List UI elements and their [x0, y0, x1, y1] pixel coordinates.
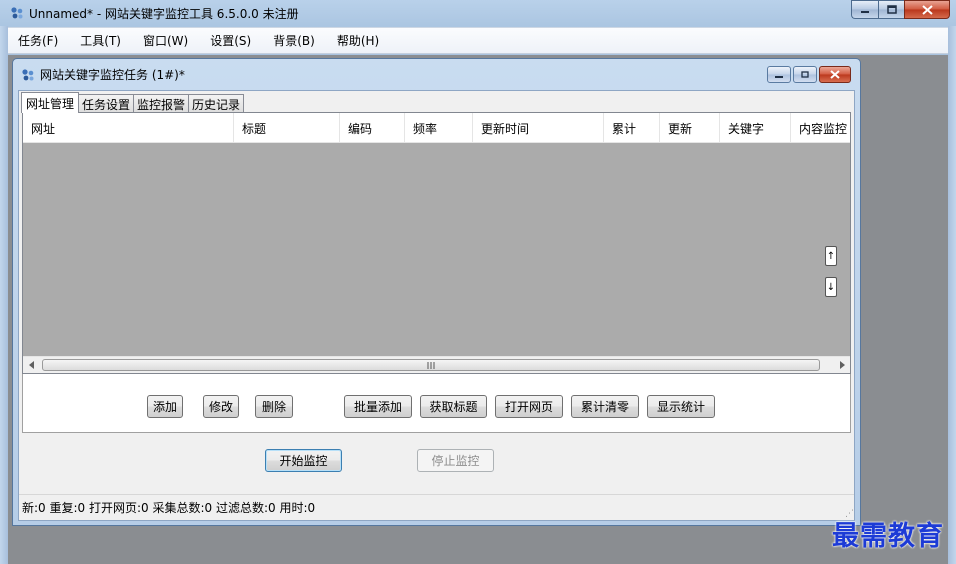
scrollbar-thumb[interactable] — [42, 359, 820, 371]
task-window-title-bar[interactable]: 网站关键字监控任务 (1#)* — [13, 59, 860, 90]
task-minimize-button[interactable] — [767, 66, 791, 83]
move-up-button[interactable]: ↑ — [825, 246, 837, 266]
fetch-title-button[interactable]: 获取标题 — [420, 395, 487, 418]
open-page-button[interactable]: 打开网页 — [495, 395, 563, 418]
task-window-title: 网站关键字监控任务 (1#)* — [40, 68, 185, 82]
task-restore-button[interactable] — [793, 66, 817, 83]
minimize-icon — [775, 75, 783, 78]
task-close-button[interactable] — [819, 66, 851, 83]
show-stats-button[interactable]: 显示统计 — [647, 395, 715, 418]
window-controls — [851, 0, 950, 19]
title-bar[interactable]: Unnamed* - 网站关键字监控工具 6.5.0.0 未注册 — [0, 0, 956, 26]
chevron-left-icon — [28, 361, 34, 369]
move-down-button[interactable]: ↓ — [825, 277, 837, 297]
tab-strip: 网址管理 任务设置 监控报警 历史记录 — [21, 91, 245, 113]
minimize-button[interactable] — [851, 0, 878, 19]
menu-background[interactable]: 背景(B) — [273, 32, 315, 49]
arrow-up-icon: ↑ — [826, 250, 836, 262]
menu-bar: 任务(F) 工具(T) 窗口(W) 设置(S) 背景(B) 帮助(H) — [8, 27, 948, 54]
window-border-left — [0, 26, 8, 564]
chevron-right-icon — [839, 361, 845, 369]
watermark: 最需教育 — [832, 521, 944, 552]
task-window-body: 网址管理 任务设置 监控报警 历史记录 网址 标题 编码 频率 更新时间 累计 … — [18, 90, 855, 521]
column-header-encoding[interactable]: 编码 — [340, 113, 405, 142]
maximize-button[interactable] — [878, 0, 904, 19]
tab-history[interactable]: 历史记录 — [188, 94, 245, 113]
list-body[interactable]: ↑ ↓ — [23, 144, 850, 357]
close-button[interactable] — [904, 0, 950, 19]
main-window: Unnamed* - 网站关键字监控工具 6.5.0.0 未注册 任务(F) 工… — [0, 0, 956, 564]
scroll-right-button[interactable] — [833, 357, 850, 373]
maximize-icon — [886, 5, 897, 14]
task-window-controls — [765, 66, 851, 83]
menu-window[interactable]: 窗口(W) — [143, 32, 188, 49]
menu-tools[interactable]: 工具(T) — [80, 32, 121, 49]
column-header-total[interactable]: 累计 — [604, 113, 660, 142]
url-list[interactable]: 网址 标题 编码 频率 更新时间 累计 更新 关键字 内容监控 ↑ ↓ — [22, 112, 851, 374]
column-header-title[interactable]: 标题 — [234, 113, 340, 142]
menu-help[interactable]: 帮助(H) — [337, 32, 379, 49]
scroll-left-button[interactable] — [23, 357, 40, 373]
task-window: 网站关键字监控任务 (1#)* 网址管理 任务设置 监控报警 历史记录 网址 标… — [12, 58, 861, 526]
tab-monitor-alarm[interactable]: 监控报警 — [133, 94, 190, 113]
restore-icon — [801, 71, 809, 78]
reset-count-button[interactable]: 累计清零 — [571, 395, 639, 418]
close-icon — [830, 70, 840, 79]
list-header: 网址 标题 编码 频率 更新时间 累计 更新 关键字 内容监控 — [23, 113, 850, 143]
horizontal-scrollbar[interactable] — [23, 356, 850, 373]
window-border-right — [948, 26, 956, 564]
status-text: 新:0 重复:0 打开网页:0 采集总数:0 过滤总数:0 用时:0 — [22, 501, 316, 515]
column-header-keyword[interactable]: 关键字 — [720, 113, 791, 142]
column-header-url[interactable]: 网址 — [23, 113, 234, 142]
tab-task-settings[interactable]: 任务设置 — [78, 94, 135, 113]
tab-url-management[interactable]: 网址管理 — [21, 92, 80, 113]
status-bar: 新:0 重复:0 打开网页:0 采集总数:0 过滤总数:0 用时:0 ⋰ — [19, 494, 854, 520]
start-monitor-button[interactable]: 开始监控 — [265, 449, 342, 472]
monitor-control-panel: 开始监控 停止监控 — [22, 437, 851, 493]
column-header-frequency[interactable]: 频率 — [405, 113, 473, 142]
minimize-icon — [861, 10, 869, 13]
column-header-update-time[interactable]: 更新时间 — [473, 113, 604, 142]
grip-icon — [427, 361, 435, 369]
close-icon — [921, 4, 933, 15]
add-button[interactable]: 添加 — [147, 395, 183, 418]
column-header-content-monitor[interactable]: 内容监控 — [791, 113, 850, 142]
column-header-updated[interactable]: 更新 — [660, 113, 720, 142]
window-title: Unnamed* - 网站关键字监控工具 6.5.0.0 未注册 — [29, 6, 299, 21]
stop-monitor-button[interactable]: 停止监控 — [417, 449, 494, 472]
batch-add-button[interactable]: 批量添加 — [344, 395, 412, 418]
arrow-down-icon: ↓ — [826, 281, 836, 293]
task-icon — [22, 68, 34, 80]
app-logo-icon — [11, 7, 23, 19]
edit-button[interactable]: 修改 — [203, 395, 239, 418]
menu-task[interactable]: 任务(F) — [18, 32, 58, 49]
delete-button[interactable]: 删除 — [255, 395, 293, 418]
menu-settings[interactable]: 设置(S) — [210, 32, 251, 49]
url-action-panel: 添加 修改 删除 批量添加 获取标题 打开网页 累计清零 显示统计 — [22, 374, 851, 433]
